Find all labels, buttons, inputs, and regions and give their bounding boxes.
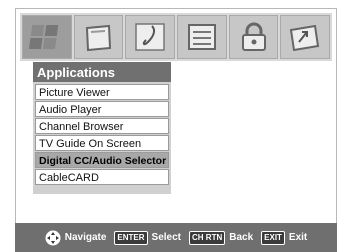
navigate-label: Navigate	[64, 232, 107, 243]
ch-rtn-key-icon: CH RTN	[189, 230, 226, 245]
back-label: Back	[229, 232, 254, 243]
panel-title: Applications	[33, 62, 171, 82]
directional-pad-icon	[45, 230, 61, 245]
navigate-hint: Navigate	[45, 230, 107, 246]
lock-icon	[241, 22, 266, 51]
picture-icon	[28, 25, 59, 49]
tab-setup[interactable]	[280, 15, 331, 59]
music-note-icon	[135, 23, 165, 51]
list-icon	[187, 24, 216, 50]
tab-picture[interactable]	[22, 15, 72, 59]
select-hint: ENTER Select	[114, 230, 182, 245]
footer-hint-bar: Navigate ENTER Select CH RTN Back EXIT E…	[15, 223, 337, 252]
applications-panel: Applications Picture Viewer Audio Player…	[33, 62, 171, 194]
select-label: Select	[151, 232, 182, 243]
menu-item-digital-cc-audio-selector[interactable]: Digital CC/Audio Selector	[35, 152, 169, 168]
tab-screen[interactable]	[73, 15, 124, 59]
exit-key-icon: EXIT	[261, 230, 285, 245]
tab-lock[interactable]	[228, 15, 279, 59]
exit-label: Exit	[288, 232, 308, 243]
menu-item-cablecard[interactable]: CableCARD	[35, 169, 169, 185]
back-hint: CH RTN Back	[189, 230, 254, 245]
tab-audio[interactable]	[125, 15, 176, 59]
enter-key-icon: ENTER	[114, 230, 148, 245]
menu-item-audio-player[interactable]: Audio Player	[35, 101, 169, 117]
screen-icon	[85, 24, 111, 52]
exit-hint: EXIT Exit	[261, 230, 308, 245]
applications-menu: Picture Viewer Audio Player Channel Brow…	[33, 84, 171, 185]
icon-menu-bar	[20, 13, 332, 61]
menu-item-picture-viewer[interactable]: Picture Viewer	[35, 84, 169, 100]
setup-icon	[290, 24, 320, 52]
tab-list[interactable]	[177, 15, 227, 59]
menu-item-channel-browser[interactable]: Channel Browser	[35, 118, 169, 134]
menu-item-tv-guide-on-screen[interactable]: TV Guide On Screen	[35, 135, 169, 151]
